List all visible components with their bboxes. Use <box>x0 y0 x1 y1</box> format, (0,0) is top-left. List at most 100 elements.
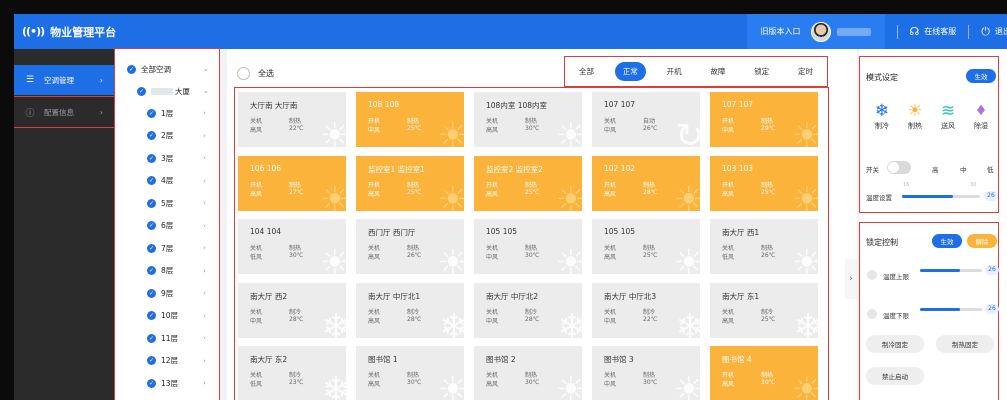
mode-fan[interactable]: ≋ 送风 <box>936 101 960 131</box>
power-state: 关机 <box>486 308 499 316</box>
ac-card[interactable]: 图书馆 1 关机 制热 高风 30℃ ☀ <box>356 346 464 400</box>
cool-lock-button[interactable]: 制冷固定 <box>866 335 924 353</box>
tree-floor[interactable]: ✓ 10层 › <box>147 308 206 324</box>
card-name: 南大厅 西2 <box>250 291 288 301</box>
logout-link[interactable]: 退出 <box>995 26 1007 37</box>
card-row: 关机 制冷 <box>604 307 655 316</box>
old-version-link[interactable]: 旧版本入口 <box>746 14 885 49</box>
sun-icon: ☀ <box>673 370 700 400</box>
ac-card[interactable]: 南大厅 东2 关机 制冷 低风 23℃ ❄ <box>238 346 346 400</box>
ac-card[interactable]: 监控室2 监控室2 开机 制热 高风 25℃ ☀ <box>474 155 582 211</box>
upper-limit-check[interactable] <box>867 270 877 280</box>
mode-state: 制热 <box>761 245 774 252</box>
mode-cool[interactable]: ❄ 制冷 <box>870 101 894 131</box>
filter-tab[interactable]: 开机 <box>659 62 690 81</box>
filter-tab[interactable]: 全部 <box>571 62 602 81</box>
ac-card-grid: 大厅南 大厅南 关机 制热 高风 22℃ ☀ 108 108 开机 制热 中风 25℃ ☀ 108内室 … <box>234 87 829 400</box>
tree-floor[interactable]: ✓ 7层 › <box>147 240 206 256</box>
tree-floor[interactable]: ✓ 4层 › <box>147 173 206 189</box>
tree-floor[interactable]: ✓ 13层 › <box>147 375 206 391</box>
avatar[interactable] <box>810 21 831 42</box>
temp-slider[interactable] <box>902 195 980 198</box>
lower-limit-slider[interactable] <box>920 308 982 311</box>
power-state: 关机 <box>722 308 735 316</box>
tree-floor[interactable]: ✓ 2层 › <box>147 128 206 144</box>
ac-card[interactable]: 图书馆 3 关机 制热 中风 30℃ ☀ <box>592 346 700 400</box>
set-temp: 25℃ <box>407 188 422 196</box>
power-state: 开机 <box>486 181 499 189</box>
upper-limit-slider[interactable] <box>920 269 982 272</box>
set-temp: 27℃ <box>289 188 304 196</box>
ac-card[interactable]: 监控室1 监控室1 开机 制热 高风 25℃ ☀ <box>356 155 464 211</box>
ac-card[interactable]: 图书馆 2 关机 制热 高风 30℃ ☀ <box>474 346 582 400</box>
lower-limit-check[interactable] <box>867 309 877 319</box>
sidebar-item-config[interactable]: ⓘ 配置信息 › <box>14 96 116 128</box>
heat-lock-button[interactable]: 制热固定 <box>936 335 994 353</box>
fan-speed: 高风 <box>368 190 381 198</box>
card-row: 关机 制冷 <box>250 370 301 379</box>
ac-card[interactable]: 107 107 开机 制热 中风 29℃ ☀ <box>710 92 818 147</box>
ac-card[interactable]: 南大厅 中厅北3 关机 制冷 中风 22℃ ❄ <box>592 282 700 338</box>
select-all[interactable]: 全选 <box>237 67 274 80</box>
filter-tab[interactable]: 定时 <box>790 62 821 81</box>
sidebar-item-ac[interactable]: ☰ 空调管理 › <box>14 65 115 95</box>
tree-floor[interactable]: ✓ 8层 › <box>147 263 206 279</box>
check-icon: ✓ <box>147 333 156 343</box>
mode-dry[interactable]: ♦ 除湿 <box>969 101 993 131</box>
ac-card[interactable]: 西门厅 西门厅 关机 制热 高风 26℃ ☀ <box>356 219 464 274</box>
tree-floor[interactable]: ✓ 9层 › <box>147 285 206 301</box>
ac-card[interactable]: 102 102 开机 制热 高风 28℃ ☀ <box>592 155 700 211</box>
mode-heat[interactable]: ☀ 制热 <box>903 101 927 131</box>
ac-card[interactable]: 103 103 开机 制热 高风 25℃ ☀ <box>710 155 818 211</box>
ac-card[interactable]: 108内室 108内室 关机 制热 高风 30℃ ☀ <box>474 92 582 147</box>
no-start-button[interactable]: 禁止启动 <box>866 367 924 385</box>
tree-building[interactable]: ✓ 大厦 ⌄ <box>137 83 209 99</box>
snowflake-icon: ❄ <box>439 306 465 338</box>
speed-low[interactable]: 低 <box>987 164 994 174</box>
ac-card[interactable]: 106 106 开机 制热 高风 27℃ ☀ <box>238 155 346 211</box>
online-service-link[interactable]: 在线客服 <box>924 26 956 37</box>
tree-root[interactable]: ✓ 全部空调 ⌄ <box>127 61 209 77</box>
ac-card[interactable]: 大厅南 大厅南 关机 制热 高风 22℃ ☀ <box>238 92 346 147</box>
fan-speed: 高风 <box>368 254 381 261</box>
filter-tab[interactable]: 故障 <box>702 62 733 81</box>
speed-mid[interactable]: 中 <box>960 164 967 174</box>
ac-card[interactable]: 南大厅 西1 关机 制热 低风 26℃ ☀ <box>710 219 818 274</box>
ac-card[interactable]: 图书馆 4 开机 制热 高风 30℃ ☀ <box>710 346 818 400</box>
speed-high[interactable]: 高 <box>932 164 939 174</box>
card-row: 关机 制热 <box>722 243 773 252</box>
power-toggle[interactable] <box>887 161 911 174</box>
tree-floor[interactable]: ✓ 5层 › <box>147 195 206 211</box>
filter-tab[interactable]: 正常 <box>614 62 646 81</box>
ac-card[interactable]: 南大厅 中厅北2 关机 制冷 中风 28℃ ❄ <box>474 282 582 338</box>
ac-card[interactable]: 南大厅 东1 关机 制冷 高风 25℃ ❄ <box>710 282 818 338</box>
card-name: 南大厅 东1 <box>722 291 760 301</box>
card-row: 关机 制冷 <box>250 307 301 316</box>
ac-card[interactable]: 105 105 关机 制热 高风 25℃ ☀ <box>592 219 700 274</box>
select-all-radio[interactable] <box>237 67 250 80</box>
power-state: 开机 <box>250 181 263 189</box>
ac-card[interactable]: 108 108 开机 制热 中风 25℃ ☀ <box>356 92 464 147</box>
ac-card[interactable]: 南大厅 西2 关机 制冷 中风 28℃ ❄ <box>238 282 346 338</box>
set-temp: 25℃ <box>761 188 776 196</box>
tree-floor[interactable]: ✓ 1层 › <box>147 105 206 121</box>
ac-card[interactable]: 南大厅 中厅北1 关机 制冷 高风 28℃ ❄ <box>356 282 465 338</box>
card-row: 关机 制热 <box>250 243 301 252</box>
filter-tab[interactable]: 锁定 <box>746 62 777 81</box>
ac-card[interactable]: 105 105 关机 制热 中风 30℃ ☀ <box>474 219 582 274</box>
mode-apply-button[interactable]: 生效 <box>966 69 996 83</box>
tree-floor[interactable]: ✓ 11层 › <box>147 330 206 346</box>
panel-collapse-toggle[interactable]: › <box>845 259 857 299</box>
tree-floor[interactable]: ✓ 6层 › <box>147 218 206 234</box>
ac-card[interactable]: 104 104 关机 制热 低风 30℃ ☀ <box>238 219 346 274</box>
tree-floor[interactable]: ✓ 12层 › <box>147 353 206 369</box>
ac-card[interactable]: 107 107 关机 自动 中风 26℃ ↻ <box>592 92 700 147</box>
fan-speed: 高风 <box>486 381 499 388</box>
lock-apply-button[interactable]: 生效 <box>932 234 962 248</box>
tree-floor[interactable]: ✓ 3层 › <box>147 150 206 166</box>
sun-icon: ☀ <box>791 370 818 400</box>
set-temp: 30℃ <box>525 125 540 132</box>
power-state: 关机 <box>604 372 617 379</box>
lock-release-button[interactable]: 解除 <box>967 234 997 248</box>
card-row: 关机 制热 <box>486 116 537 125</box>
